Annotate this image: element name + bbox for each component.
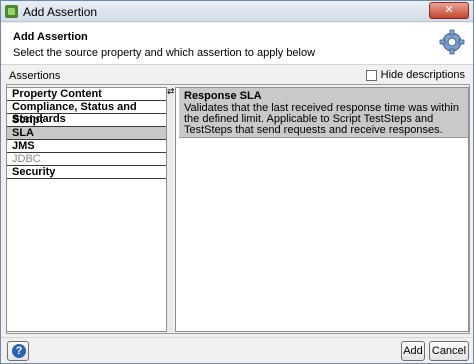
category-item-sla[interactable]: SLA <box>7 127 166 140</box>
close-button[interactable]: ✕ <box>429 2 469 19</box>
header-title: Add Assertion <box>13 31 88 43</box>
category-item-jdbc[interactable]: JDBC <box>7 153 166 166</box>
category-item-jms[interactable]: JMS <box>7 140 166 153</box>
help-icon: ? <box>12 344 26 358</box>
category-item-script[interactable]: Script <box>7 114 166 127</box>
category-item-security[interactable]: Security <box>7 166 166 179</box>
assertion-item-response-sla[interactable]: Response SLA Validates that the last rec… <box>179 88 468 138</box>
category-list: Property Content Compliance, Status and … <box>6 87 167 332</box>
app-icon <box>5 5 18 18</box>
header-subtitle: Select the source property and which ass… <box>13 47 316 59</box>
add-button[interactable]: Add <box>401 341 425 361</box>
dialog-footer: ? Add Cancel <box>1 337 473 363</box>
pane-splitter[interactable]: ⇄ <box>167 87 175 332</box>
hide-descriptions-label: Hide descriptions <box>380 69 465 81</box>
assertion-list: Response SLA Validates that the last rec… <box>175 87 469 332</box>
category-item-compliance[interactable]: Compliance, Status and Standards <box>7 101 166 125</box>
assertion-title: Response SLA <box>184 90 262 102</box>
add-assertion-dialog: Add Assertion ✕ Add Assertion Select the… <box>0 0 474 364</box>
gear-icon <box>439 29 465 55</box>
hide-descriptions-checkbox[interactable] <box>365 69 377 81</box>
hide-descriptions-toggle[interactable]: Hide descriptions <box>365 69 465 81</box>
dialog-header: Add Assertion Select the source property… <box>1 23 473 65</box>
assertions-section-label: Assertions <box>9 70 61 82</box>
assertion-description: Validates that the last received respons… <box>184 102 459 136</box>
splitter-arrow-icon[interactable]: ⇄ <box>167 87 175 96</box>
window-title: Add Assertion <box>23 5 98 19</box>
cancel-button[interactable]: Cancel <box>429 341 469 361</box>
help-button[interactable]: ? <box>7 341 29 361</box>
category-item-property-content[interactable]: Property Content <box>7 88 166 101</box>
title-bar[interactable]: Add Assertion ✕ <box>1 1 473 22</box>
